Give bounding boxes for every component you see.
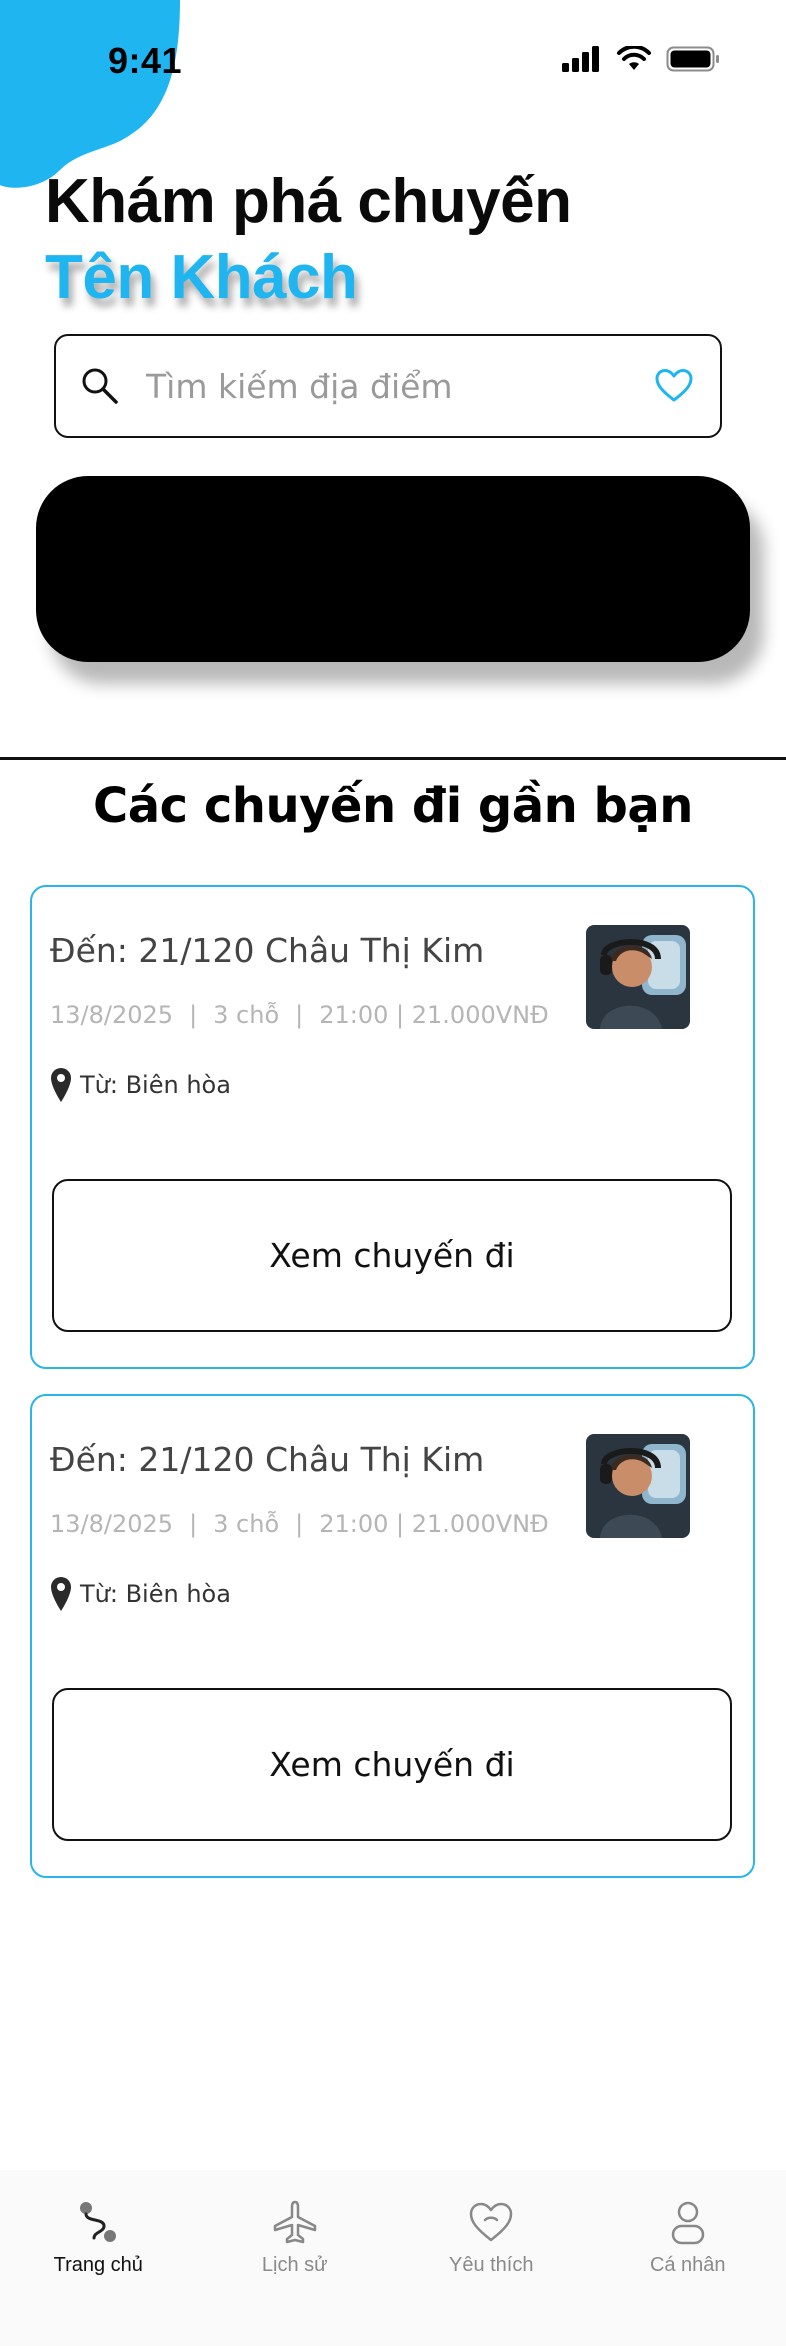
page-title: Khám phá chuyến [45,167,572,236]
route-icon [74,2198,122,2246]
driver-photo [586,925,690,1029]
trip-meta: 13/8/2025 | 3 chỗ | 21:00 | 21.000VNĐ [50,1001,549,1029]
location-pin-icon [51,1068,71,1102]
search-bar [54,334,722,438]
search-input[interactable] [144,355,654,417]
home-screen: 9:41 Khám phá chuyến Tên Khách Tìm kiếm … [0,0,786,2346]
nav-history-label: Lịch sử [261,2254,328,2276]
trip-date: 13/8/2025 [50,1001,174,1029]
trip-card: Đến: 21/120 Châu Thị Kim 13/8/2025 | 3 chỗ… [30,1394,755,1878]
battery-icon [666,46,719,72]
trip-destination: Đến: 21/120 Châu Thị Kim [50,1440,485,1479]
trip-origin: Từ: Biên hòa [50,1067,231,1103]
section-title: Các chuyến đi gần bạn [93,778,693,834]
airplane-icon [271,2198,319,2246]
wifi-icon [617,46,651,70]
trip-date: 13/8/2025 [50,1510,174,1538]
nav-profile[interactable]: Cá nhân [608,2198,768,2277]
trip-destination: Đến: 21/120 Châu Thị Kim [50,931,485,970]
heart-icon [467,2198,515,2246]
trip-time-price: 21:00 | 21.000VNĐ [319,1001,549,1029]
trip-time-price: 21:00 | 21.000VNĐ [319,1510,549,1538]
trip-seats: 3 chỗ [213,1001,280,1029]
promo-banner[interactable] [36,476,750,662]
view-trip-button[interactable]: Xem chuyến đi [52,1688,732,1841]
view-trip-button[interactable]: Xem chuyến đi [52,1179,732,1332]
nav-home-label: Trang chủ [53,2254,143,2276]
bottom-navigation: Trang chủ Lịch sử Yêu thích Cá nhân [0,2170,786,2346]
section-divider [0,757,786,760]
status-icons [562,46,720,72]
trip-seats: 3 chỗ [213,1510,280,1538]
person-icon [664,2198,712,2246]
favorite-heart-icon[interactable] [654,366,694,406]
search-icon [80,366,120,406]
trip-origin-label: Từ: Biên hòa [80,1580,231,1608]
location-pin-icon [51,1577,71,1611]
nav-favorites-label: Yêu thích [448,2254,534,2276]
nav-home[interactable]: Trang chủ [18,2198,178,2277]
signal-icon [562,46,599,72]
nav-favorites[interactable]: Yêu thích [411,2198,571,2277]
nav-profile-label: Cá nhân [649,2254,726,2276]
driver-photo [586,1434,690,1538]
trip-origin-label: Từ: Biên hòa [80,1071,231,1099]
trip-origin: Từ: Biên hòa [50,1576,231,1612]
status-time: 9:41 [108,40,183,81]
nav-history[interactable]: Lịch sử [215,2198,375,2277]
trip-card: Đến: 21/120 Châu Thị Kim 13/8/2025 | 3 chỗ… [30,885,755,1369]
decorative-blob [0,0,180,188]
trip-meta: 13/8/2025 | 3 chỗ | 21:00 | 21.000VNĐ [50,1510,549,1538]
user-name: Tên Khách [45,243,358,312]
